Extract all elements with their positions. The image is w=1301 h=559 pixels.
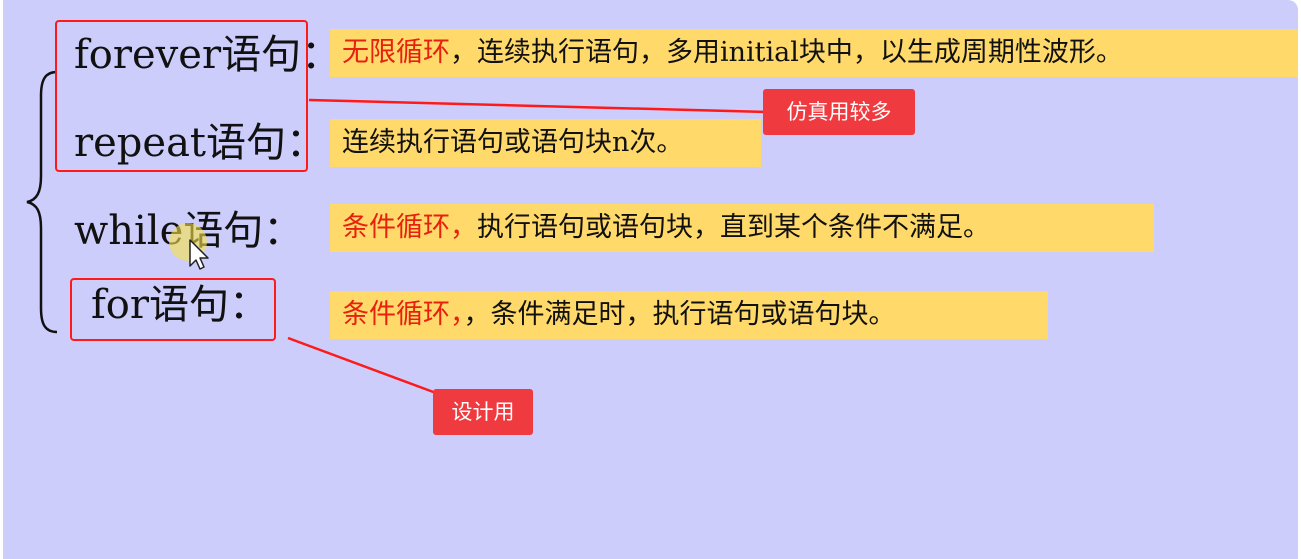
desc-while-text: 执行语句或语句块，直到某个条件不满足。 bbox=[477, 212, 990, 243]
desc-while: 条件循环，执行语句或语句块，直到某个条件不满足。 bbox=[330, 204, 1154, 252]
desc-repeat-text: 连续执行语句或语句块n次。 bbox=[342, 127, 684, 158]
connector-line-simulation bbox=[308, 98, 767, 114]
highlight-box-for bbox=[70, 278, 276, 341]
desc-for-text: ，条件满足时，执行语句或语句块。 bbox=[463, 299, 896, 330]
callout-simulation: 仿真用较多 bbox=[763, 89, 915, 135]
callout-design: 设计用 bbox=[433, 389, 533, 435]
keyword-while: while bbox=[74, 208, 184, 254]
mouse-cursor-icon bbox=[169, 223, 209, 270]
slide-canvas: forever语句： 无限循环，连续执行语句，多用initial块中，以生成周期… bbox=[3, 0, 1298, 559]
desc-repeat: 连续执行语句或语句块n次。 bbox=[330, 119, 761, 167]
desc-for: 条件循环，，条件满足时，执行语句或语句块。 bbox=[330, 291, 1048, 339]
desc-forever-text: ，连续执行语句，多用initial块中，以生成周期性波形。 bbox=[450, 37, 1123, 68]
highlight-box-forever-repeat bbox=[55, 20, 308, 172]
desc-for-highlight: 条件循环， bbox=[342, 299, 464, 330]
connector-line-design bbox=[287, 336, 437, 395]
desc-forever-highlight: 无限循环 bbox=[342, 37, 450, 68]
desc-forever: 无限循环，连续执行语句，多用initial块中，以生成周期性波形。 bbox=[330, 29, 1298, 77]
desc-while-highlight: 条件循环， bbox=[342, 212, 477, 243]
